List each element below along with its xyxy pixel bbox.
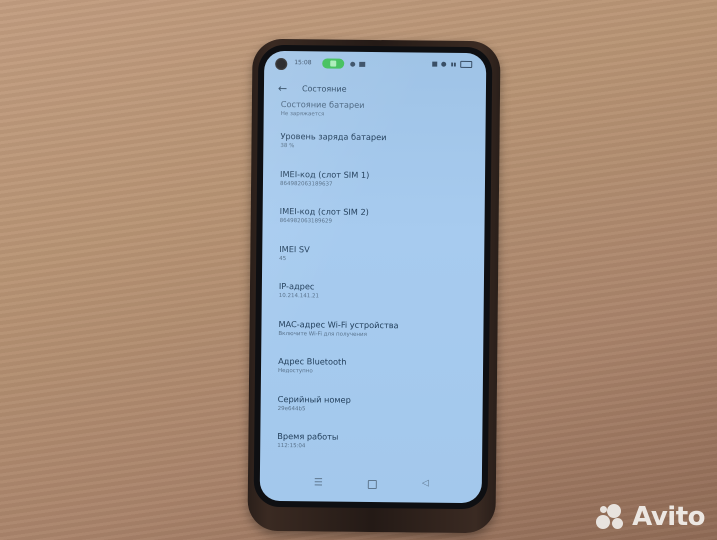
- navigation-bar: ☰ ◁: [260, 477, 482, 493]
- item-value: 864982063189637: [279, 180, 333, 188]
- item-value: 38 %: [280, 143, 295, 150]
- wifi-icon: [441, 61, 447, 67]
- signal-icon: ▮▮: [450, 61, 457, 68]
- home-icon[interactable]: [367, 479, 377, 490]
- back-icon[interactable]: ◁: [422, 479, 429, 489]
- battery-icon: [460, 60, 473, 69]
- sim-icon: [432, 61, 438, 67]
- list-item-battery-level[interactable]: Уровень заряда батареи 38 %: [280, 131, 479, 171]
- recent-apps-icon[interactable]: ☰: [314, 477, 323, 488]
- avito-logo-icon: [596, 504, 628, 530]
- list-item-imei-sim1[interactable]: IMEI-код (слот SIM 1) 864982063189637: [280, 169, 479, 209]
- item-value: 45: [279, 255, 287, 262]
- list-item-ip-address[interactable]: IP-адрес 10.214.141.21: [279, 281, 478, 321]
- status-bar: 15:08 ▮▮: [264, 57, 486, 73]
- item-value: 29e644b5: [277, 405, 306, 412]
- status-square-icon: [359, 61, 366, 67]
- phone-screen: 15:08 ▮▮ ← Состояние Состояние батареи Н…: [259, 50, 487, 504]
- list-item-imei-sim2[interactable]: IMEI-код (слот SIM 2) 864982063189629: [279, 206, 478, 246]
- status-list: Состояние батареи Не заряжается Уровень …: [277, 99, 480, 471]
- list-item-uptime[interactable]: Время работы 112:15:04: [277, 431, 476, 471]
- list-item-battery-status[interactable]: Состояние батареи Не заряжается: [281, 99, 480, 133]
- list-item-bluetooth-address[interactable]: Адрес Bluetooth Недоступно: [278, 356, 477, 396]
- item-label: Уровень заряда батареи: [280, 131, 387, 143]
- item-value: 864982063189629: [279, 218, 333, 225]
- app-bar: ← Состояние: [278, 81, 476, 97]
- item-value: 10.214.141.21: [278, 293, 320, 300]
- list-item-imei-sv[interactable]: IMEI SV 45: [279, 244, 478, 284]
- list-item-wifi-mac[interactable]: MAC-адрес Wi-Fi устройства Включите Wi-F…: [278, 319, 477, 359]
- item-value: 112:15:04: [277, 443, 306, 450]
- notification-pill-icon: [322, 58, 345, 69]
- avito-wordmark: Avito: [632, 502, 705, 532]
- status-icons-right: ▮▮: [432, 60, 473, 69]
- page-title: Состояние: [301, 83, 347, 94]
- status-time: 15:08: [294, 59, 312, 67]
- back-arrow-icon[interactable]: ←: [278, 81, 294, 94]
- item-value: Не заряжается: [280, 111, 325, 118]
- list-item-serial-number[interactable]: Серийный номер 29e644b5: [277, 394, 476, 434]
- status-dot-icon: [350, 61, 356, 67]
- item-value: Недоступно: [277, 368, 313, 375]
- front-camera: [275, 57, 288, 71]
- item-value: Включите Wi-Fi для получения: [278, 330, 367, 338]
- avito-watermark: Avito: [596, 502, 705, 532]
